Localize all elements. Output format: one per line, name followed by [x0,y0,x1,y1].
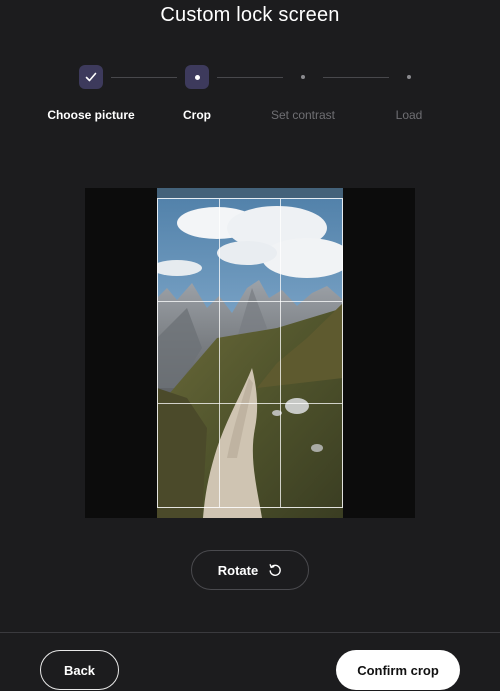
page-title: Custom lock screen [160,4,340,26]
step-dot-icon [301,75,305,79]
step-set-contrast[interactable]: Set contrast [248,64,358,122]
checkmark-icon [85,72,97,82]
stepper: Choose picture Crop Set contrast Load [0,64,500,124]
step-current-marker [185,65,209,89]
rotate-icon [269,564,282,576]
step-label: Set contrast [270,108,336,122]
step-label: Crop [183,108,211,122]
grid-line [158,301,342,302]
rotate-button[interactable]: Rotate [191,550,309,590]
step-choose-picture[interactable]: Choose picture [36,64,146,122]
step-pending-marker [291,65,315,89]
step-load[interactable]: Load [354,64,464,122]
grid-line [219,199,220,507]
step-dot-icon [194,74,200,80]
footer: Back Confirm crop [0,632,500,691]
grid-line [280,199,281,507]
crop-frame[interactable] [157,198,343,508]
confirm-crop-button[interactable]: Confirm crop [336,650,460,690]
back-button[interactable]: Back [40,650,119,690]
step-label: Load [395,108,423,122]
crop-area[interactable] [85,188,415,518]
lock-screen-wizard: Custom lock screen Choose picture Crop S… [0,0,500,691]
step-complete-marker [79,65,103,89]
grid-line [158,403,342,404]
step-pending-marker [397,65,421,89]
step-crop[interactable]: Crop [142,64,252,122]
step-dot-icon [407,75,411,79]
rotate-label: Rotate [217,562,259,578]
step-label: Choose picture [47,108,135,122]
